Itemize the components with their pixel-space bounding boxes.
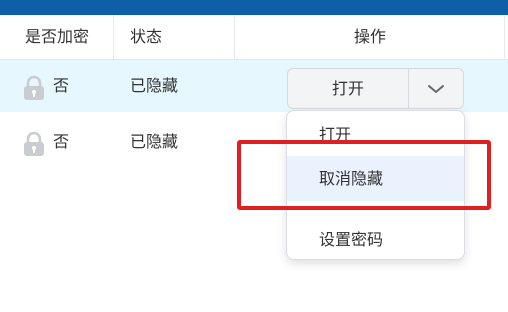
- cell-encrypted: 否: [53, 76, 70, 95]
- lock-icon: [24, 75, 44, 100]
- cell-status: 已隐藏: [130, 76, 179, 95]
- column-divider: [504, 15, 505, 59]
- more-actions-toggle[interactable]: [409, 69, 463, 108]
- open-button[interactable]: 打开: [288, 69, 409, 108]
- actions-dropdown-menu: 打开 取消隐藏 设置密码: [286, 110, 465, 260]
- header-encrypted: 是否加密: [25, 27, 90, 46]
- table-header: 是否加密 状态 操作: [0, 15, 508, 60]
- open-split-button[interactable]: 打开: [287, 68, 464, 109]
- lock-icon: [24, 131, 44, 156]
- menu-item-open[interactable]: 打开: [287, 117, 464, 153]
- column-divider: [113, 15, 114, 59]
- header-status: 状态: [130, 27, 163, 46]
- menu-divider: [287, 209, 464, 210]
- cell-status: 已隐藏: [130, 132, 179, 151]
- top-bar: [0, 0, 508, 15]
- chevron-down-icon: [428, 84, 444, 93]
- menu-item-set-password[interactable]: 设置密码: [287, 219, 464, 259]
- menu-item-unhide[interactable]: 取消隐藏: [287, 156, 464, 201]
- header-action: 操作: [353, 27, 386, 46]
- table-row[interactable]: 否 已隐藏 打开: [0, 60, 508, 112]
- cell-encrypted: 否: [53, 132, 70, 151]
- file-list-panel: 是否加密 状态 操作 否 已隐藏 打开 否 已隐藏 打开 取消隐藏 设置密码: [0, 0, 508, 312]
